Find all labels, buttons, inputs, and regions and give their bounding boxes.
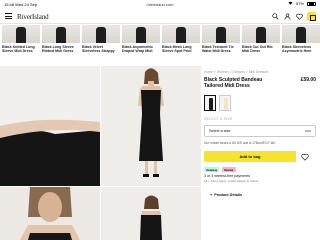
status-indicators: 57%: [288, 1, 316, 6]
status-time: 15:48 Wed 24 Sep: [4, 2, 38, 7]
carousel-label[interactable]: Black Knitted Long Sleeve Midi Dress: [2, 45, 40, 54]
menu-icon[interactable]: [5, 13, 12, 19]
add-to-bag-row: Add to bag: [204, 151, 316, 162]
carousel-item[interactable]: Black Long Sleeve Ribbed Midi Dress: [42, 25, 80, 61]
breadcrumb[interactable]: Home > Women > Dresses > Midi Dresses: [204, 70, 316, 74]
product-image-closeup[interactable]: [0, 66, 100, 186]
battery-percent: 57%: [295, 1, 304, 6]
add-to-bag-button[interactable]: Add to bag: [204, 151, 296, 162]
carousel-item[interactable]: Black Textured Tie Waist Midi Dress: [202, 25, 240, 61]
product-details-label: Product Details: [214, 193, 243, 197]
color-swatches: [204, 95, 316, 111]
carousel-image[interactable]: [242, 25, 280, 43]
product-title: Black Sculpted Bandeau Tailored Midi Dre…: [204, 77, 263, 89]
carousel-item[interactable]: Black Mesh Long Sleeve Spot Print: [162, 25, 200, 61]
klarna-badge[interactable]: Klarna.: [222, 167, 236, 172]
site-logo[interactable]: RiverIsland: [17, 13, 49, 21]
carousel-image[interactable]: [82, 25, 120, 43]
carousel-label[interactable]: Black Long Sleeve Ribbed Midi Dress: [42, 45, 80, 54]
carousel-item[interactable]: Black Knitted Long Sleeve Midi Dress: [2, 25, 40, 61]
carousel-label[interactable]: Black Mesh Long Sleeve Spot Print: [162, 45, 200, 54]
product-image-model-front[interactable]: [101, 66, 201, 186]
carousel-label[interactable]: Black Cut Out Rib Midi Dress: [242, 45, 280, 54]
carousel-label[interactable]: Black Sleeveless Asymmetric Hem: [282, 45, 320, 54]
wishlist-icon[interactable]: [295, 13, 303, 21]
product-image-model-face[interactable]: [0, 187, 100, 240]
carousel-image[interactable]: [162, 25, 200, 43]
search-icon[interactable]: [271, 13, 279, 21]
carousel-image[interactable]: [122, 25, 160, 43]
account-icon[interactable]: [283, 13, 291, 21]
carousel-item[interactable]: Black Velvet Sleeveless Strappy: [82, 25, 120, 61]
wishlist-heart-icon[interactable]: [300, 152, 310, 162]
title-row: Black Sculpted Bandeau Tailored Midi Dre…: [204, 77, 316, 89]
product-details-panel: Home > Women > Dresses > Midi Dresses Bl…: [204, 70, 316, 197]
color-swatch-cream[interactable]: [219, 95, 231, 111]
size-select-value: Select a size: [209, 129, 231, 133]
carousel-label[interactable]: Black Textured Tie Waist Midi Dress: [202, 45, 240, 54]
url-bar[interactable]: riverisland.com: [135, 2, 185, 7]
carousel-item[interactable]: Black Asymmetric Draped Wrap Midi: [122, 25, 160, 61]
battery-icon: [307, 1, 316, 6]
color-swatch-black[interactable]: [204, 95, 216, 111]
carousel-item[interactable]: Black Cut Out Rib Midi Dress: [242, 25, 280, 61]
product-image-model-back[interactable]: [101, 187, 201, 240]
carousel-image[interactable]: [42, 25, 80, 43]
more-options-icon: [305, 129, 311, 133]
size-label: SELECT A SIZE: [204, 117, 233, 121]
product-details-toggle[interactable]: + Product Details: [210, 193, 316, 197]
carousel-item[interactable]: Black Sleeveless Asymmetric Hem: [282, 25, 320, 61]
payment-terms: 18+, T&Cs apply. Credit subject to statu…: [204, 179, 259, 183]
carousel-image[interactable]: [202, 25, 240, 43]
product-price: £59.00: [300, 77, 316, 83]
wifi-icon: [288, 1, 293, 6]
carousel-image[interactable]: [282, 25, 320, 43]
model-fit-note: Our model wears a UK 8/S and is 178cm/5'…: [204, 141, 275, 145]
carousel-label[interactable]: Black Velvet Sleeveless Strappy: [82, 45, 120, 54]
status-bar: 15:48 Wed 24 Sep riverisland.com 57%: [0, 0, 320, 8]
carousel-image[interactable]: [2, 25, 40, 43]
site-header: RiverIsland: [0, 10, 320, 24]
bag-icon[interactable]: [307, 12, 316, 21]
carousel-label[interactable]: Black Asymmetric Draped Wrap Midi: [122, 45, 160, 54]
plus-icon: +: [210, 193, 213, 197]
payment-badges: clearpay Klarna.: [204, 167, 316, 172]
size-select[interactable]: Select a size: [204, 125, 316, 137]
related-products-carousel: Black Knitted Long Sleeve Midi Dress Bla…: [0, 25, 320, 61]
clearpay-badge[interactable]: clearpay: [204, 167, 220, 172]
header-actions: [271, 12, 316, 21]
payment-info: 3 or 4 interest-free payments: [204, 174, 250, 178]
